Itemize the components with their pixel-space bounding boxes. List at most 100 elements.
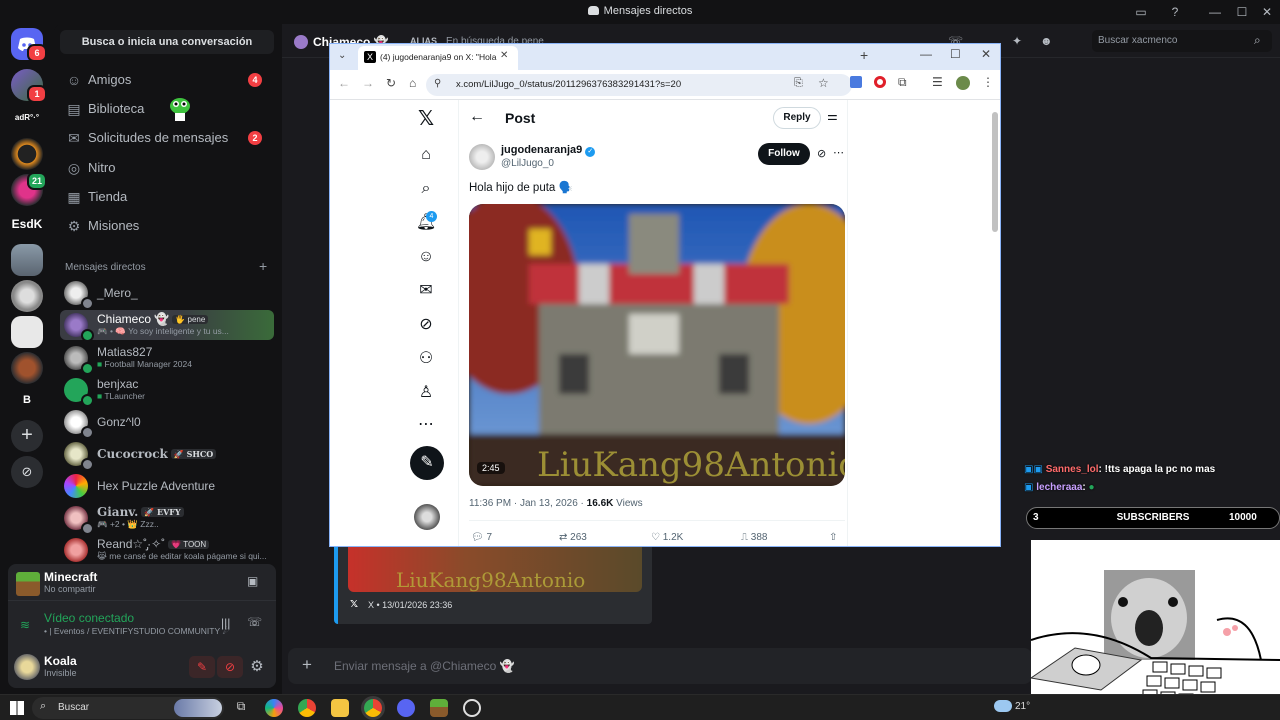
- page-scrollbar[interactable]: [992, 112, 998, 232]
- reply-button[interactable]: Reply: [773, 107, 821, 129]
- dm-item[interactable]: Cucocrock 🚀 SHCO: [60, 439, 274, 471]
- back-arrow-icon[interactable]: ←: [469, 108, 485, 126]
- nav-library[interactable]: ▤ Biblioteca: [60, 95, 274, 123]
- embed-video-thumbnail[interactable]: LiuKang98Antonio: [348, 546, 642, 592]
- dm-item-selected[interactable]: Chiameco 👻 🖐 pene 🎮 • 🧠 Yo soy inteligent…: [60, 310, 274, 342]
- inbox-icon[interactable]: ▭: [1126, 2, 1156, 22]
- close-button[interactable]: ✕: [981, 47, 991, 61]
- dm-item[interactable]: benjxac ■ TLauncher: [60, 375, 274, 407]
- taskbar-search[interactable]: ⌕ Buscar: [32, 697, 224, 719]
- repost-action[interactable]: ⇄ 263: [559, 532, 587, 543]
- search-field[interactable]: Buscar xacmenco ⌕: [1092, 30, 1272, 52]
- browser-tab[interactable]: X (4) jugodenaranja9 on X: "Hola ✕: [358, 46, 518, 70]
- add-friend-icon[interactable]: ☻: [1040, 34, 1053, 48]
- menu-kebab-icon[interactable]: ⋮: [982, 75, 994, 89]
- server-icon[interactable]: [11, 280, 43, 312]
- reply-action[interactable]: 💬︎ 7: [471, 532, 492, 543]
- dm-item[interactable]: _Mero_: [60, 278, 274, 310]
- noise-suppression-icon[interactable]: |||: [221, 616, 230, 630]
- help-icon[interactable]: ?: [1160, 2, 1190, 22]
- mic-muted-icon[interactable]: ✎: [189, 656, 215, 678]
- bookmark-action[interactable]: ⎍ 388: [741, 532, 767, 543]
- follow-people-icon[interactable]: ☺: [415, 246, 437, 268]
- deafened-icon[interactable]: ⊘: [217, 656, 243, 678]
- reload-icon[interactable]: ↻: [386, 76, 396, 90]
- tweet-video[interactable]: LiuKang98Antonio 2:45: [469, 204, 845, 486]
- dm-item[interactable]: Reand☆˚̡·✧˚ 💗 TOON 😹 me cansé de editar k…: [60, 535, 274, 562]
- account-avatar[interactable]: [414, 504, 440, 530]
- home-icon[interactable]: ⌂: [415, 144, 437, 166]
- disconnect-icon[interactable]: ☏: [247, 615, 262, 629]
- dm-item[interactable]: Gonz^l0: [60, 407, 274, 439]
- minimize-button[interactable]: —: [920, 47, 932, 61]
- nav-friends[interactable]: ☺ Amigos 4: [60, 66, 274, 94]
- server-icon[interactable]: EsdK: [11, 208, 43, 240]
- avatar[interactable]: [14, 654, 40, 680]
- reading-list-icon[interactable]: ☰: [932, 75, 943, 89]
- messages-icon[interactable]: ✉: [415, 280, 437, 302]
- more-icon[interactable]: ⋯: [415, 414, 437, 436]
- chrome-active-icon[interactable]: [364, 699, 382, 717]
- server-icon[interactable]: [11, 138, 43, 170]
- bookmark-star-icon[interactable]: ☆: [818, 76, 829, 90]
- attach-plus-icon[interactable]: +: [302, 655, 312, 675]
- address-bar[interactable]: ⚲ x.com/LilJugo_0/status/201129637638329…: [426, 74, 852, 96]
- author-avatar[interactable]: [469, 144, 495, 170]
- find-conversation-button[interactable]: Busca o inicia una conversación: [60, 30, 274, 54]
- share-icon[interactable]: ⇧: [829, 532, 837, 543]
- discord-icon[interactable]: [397, 699, 415, 717]
- pin-icon[interactable]: ✦: [1012, 34, 1022, 48]
- grok-icon[interactable]: ⊘: [817, 147, 826, 160]
- more-options-icon[interactable]: ⋯: [833, 146, 844, 159]
- add-server-icon[interactable]: +: [11, 420, 43, 452]
- copilot-icon[interactable]: [265, 699, 283, 717]
- weather-cloud-icon[interactable]: [994, 700, 1012, 712]
- twitter-embed[interactable]: LiuKang98Antonio 𝕏 X • 13/01/2026 23:36: [334, 540, 652, 624]
- extensions-puzzle-icon[interactable]: ⧉: [898, 75, 907, 90]
- opera-extension-icon[interactable]: [874, 76, 886, 88]
- close-button[interactable]: ✕: [1252, 2, 1280, 22]
- like-action[interactable]: ♡ 1.2K: [651, 532, 683, 543]
- server-icon[interactable]: [11, 352, 43, 384]
- dm-item[interactable]: Gianv. 🚀 EVFY 🎮 +2 • 👑 Zzz..: [60, 503, 274, 535]
- compose-post-button[interactable]: ✎: [410, 446, 444, 480]
- message-input[interactable]: + Enviar mensaje a @Chiameco 👻: [288, 648, 1032, 684]
- minecraft-icon[interactable]: [430, 699, 448, 717]
- nav-shop[interactable]: ▦ Tienda: [60, 183, 274, 211]
- settings-gear-icon[interactable]: ⚙: [246, 656, 268, 678]
- create-dm-icon[interactable]: +: [259, 258, 267, 274]
- server-icon[interactable]: [11, 244, 43, 276]
- dm-item[interactable]: Hex Puzzle Adventure: [60, 471, 274, 501]
- follow-button[interactable]: Follow: [758, 143, 810, 165]
- server-icon[interactable]: adR°·°: [11, 102, 43, 134]
- dm-item[interactable]: Matias827 ■ Football Manager 2024: [60, 343, 274, 375]
- search-icon[interactable]: ⌕: [415, 178, 437, 200]
- site-info-icon[interactable]: ⚲: [434, 78, 441, 89]
- profile-avatar[interactable]: [956, 76, 970, 90]
- server-icon[interactable]: [11, 316, 43, 348]
- grok-icon[interactable]: ⊘: [415, 314, 437, 336]
- discover-icon[interactable]: ⊘: [11, 456, 43, 488]
- nav-nitro[interactable]: ◎ Nitro: [60, 154, 274, 182]
- reply-settings-icon[interactable]: ⚌: [827, 109, 838, 123]
- nav-message-requests[interactable]: ✉ Solicitudes de mensajes 2: [60, 124, 274, 152]
- file-explorer-icon[interactable]: [331, 699, 349, 717]
- translate-extension-icon[interactable]: [850, 76, 862, 88]
- profile-icon[interactable]: ♙: [415, 382, 437, 404]
- obs-icon[interactable]: [463, 699, 481, 717]
- screen-share-icon[interactable]: ▣: [247, 574, 263, 588]
- nav-quests[interactable]: ⚙ Misiones: [60, 212, 274, 240]
- voice-status[interactable]: Vídeo conectado: [44, 611, 134, 625]
- author-name[interactable]: jugodenaranja9: [501, 144, 582, 156]
- maximize-button[interactable]: ☐: [950, 47, 961, 61]
- forward-icon[interactable]: →: [362, 76, 374, 90]
- close-tab-icon[interactable]: ✕: [500, 50, 508, 61]
- home-icon[interactable]: ⌂: [409, 76, 416, 90]
- back-icon[interactable]: ←: [338, 76, 350, 90]
- minimize-button[interactable]: —: [1200, 2, 1230, 22]
- server-icon[interactable]: B: [11, 384, 43, 416]
- install-app-icon[interactable]: ⎘: [794, 77, 803, 90]
- new-tab-icon[interactable]: +: [860, 47, 868, 63]
- task-view-icon[interactable]: ⧉: [232, 699, 250, 717]
- windows-start-icon[interactable]: [10, 701, 24, 715]
